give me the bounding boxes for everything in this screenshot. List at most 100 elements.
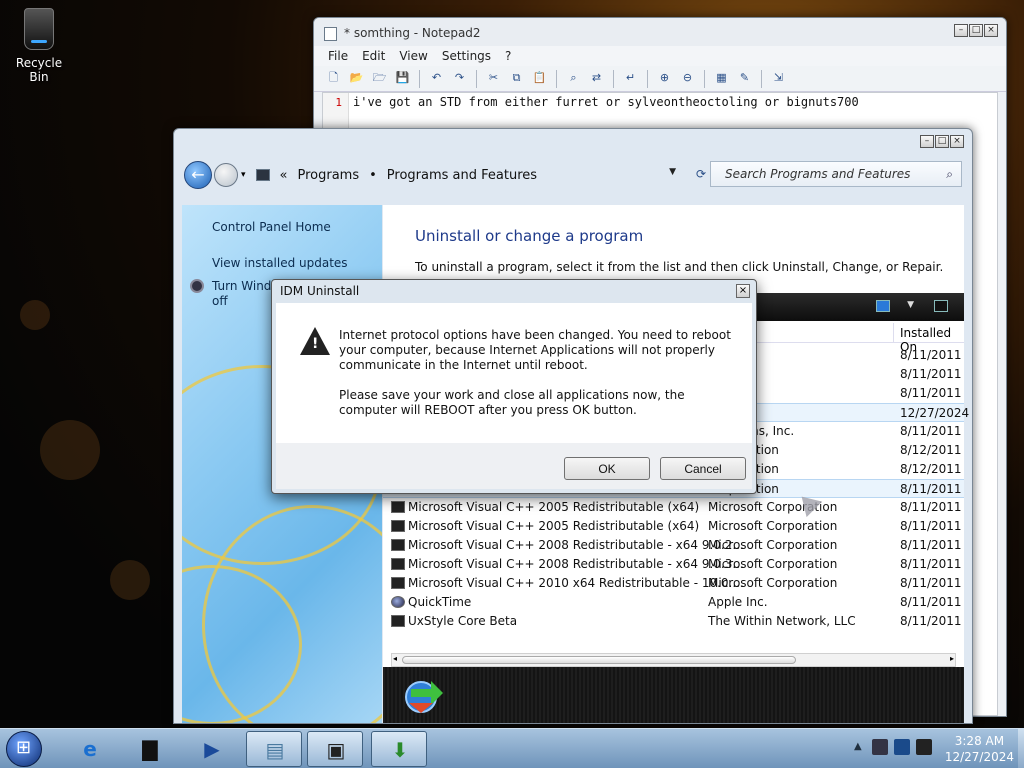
browse-icon[interactable]: 🗁 (370, 69, 389, 88)
breadcrumb-separator[interactable]: • (369, 168, 377, 183)
notepad-titlebar[interactable]: * somthing - Notepad2 – □ × (314, 18, 1006, 46)
dialog-body: ! Internet protocol options have been ch… (276, 303, 752, 443)
notepad-menubar: File Edit View Settings ? (314, 46, 1006, 66)
open-folder-icon[interactable]: 📂 (347, 69, 366, 88)
table-row[interactable]: Microsoft Visual C++ 2010 x64 Redistribu… (383, 574, 964, 593)
program-installed-on: 8/12/2011 (900, 462, 962, 476)
control-panel-home-link[interactable]: Control Panel Home (212, 220, 331, 234)
tray-app-icon[interactable] (872, 739, 888, 755)
program-publisher: Microsoft Corporation (708, 576, 838, 590)
table-row[interactable]: Microsoft Visual C++ 2005 Redistributabl… (383, 498, 964, 517)
minimize-icon[interactable]: – (920, 135, 934, 148)
table-row[interactable]: UxStyle Core Beta The Within Network, LLC… (383, 612, 964, 631)
show-desktop-button[interactable] (1018, 729, 1024, 768)
replace-icon[interactable]: ⇄ (587, 69, 606, 88)
cut-icon[interactable]: ✂ (484, 69, 503, 88)
taskbar-idm-uninstall[interactable]: ⬇ (371, 731, 427, 767)
idm-uninstall-dialog[interactable]: IDM Uninstall × ! Internet protocol opti… (271, 279, 757, 494)
breadcrumb-overflow[interactable]: « (280, 168, 288, 183)
scheme-icon[interactable]: ▦ (712, 69, 731, 88)
program-installed-on: 12/27/2024 (900, 406, 970, 420)
scroll-left-icon[interactable]: ◂ (393, 654, 397, 663)
bokeh-light (20, 300, 50, 330)
taskbar-explorer[interactable]: ▇ (122, 731, 178, 767)
control-panel-icon: ▣ (326, 738, 346, 762)
taskbar-notepad2[interactable]: ▤ (246, 731, 302, 767)
redo-icon[interactable]: ↷ (450, 69, 469, 88)
close-icon[interactable]: × (950, 135, 964, 148)
view-options-icon[interactable] (876, 300, 890, 312)
folder-icon: ▇ (142, 737, 158, 761)
turn-windows-features-link[interactable]: Turn Windo (212, 279, 279, 293)
refresh-icon[interactable]: ⟳ (696, 167, 706, 181)
breadcrumb-current[interactable]: Programs and Features (387, 168, 537, 183)
horizontal-scrollbar[interactable]: ◂ ▸ (391, 653, 956, 667)
word-wrap-icon[interactable]: ↵ (621, 69, 640, 88)
table-row[interactable]: Microsoft Visual C++ 2008 Redistributabl… (383, 555, 964, 574)
notepad-toolbar: 🗋 📂 🗁 💾 ↶ ↷ ✂ ⧉ 📋 ⌕ ⇄ ↵ ⊕ ⊖ ▦ ✎ ⇲ (314, 66, 1006, 92)
taskbar-media-player[interactable]: ▶ (184, 731, 240, 767)
turn-windows-features-link-continued[interactable]: off (212, 294, 228, 308)
recent-pages-chevron-icon[interactable]: ▾ (241, 170, 246, 180)
program-installed-on: 8/11/2011 (900, 348, 962, 362)
program-icon (391, 520, 405, 532)
recycle-bin-icon (24, 8, 54, 50)
save-icon[interactable]: 💾 (393, 69, 412, 88)
ok-button[interactable]: OK (564, 457, 650, 480)
new-file-icon[interactable]: 🗋 (324, 69, 343, 88)
taskbar-internet-explorer[interactable]: e (62, 731, 118, 767)
breadcrumb-programs[interactable]: Programs (298, 168, 360, 183)
copy-icon[interactable]: ⧉ (507, 69, 526, 88)
settings-icon[interactable]: ✎ (735, 69, 754, 88)
menu-view[interactable]: View (399, 49, 427, 63)
tray-network-icon[interactable] (894, 739, 910, 755)
address-dropdown-icon[interactable]: ▼ (669, 167, 676, 177)
close-icon[interactable]: × (984, 24, 998, 37)
menu-file[interactable]: File (328, 49, 348, 63)
menu-edit[interactable]: Edit (362, 49, 385, 63)
table-row[interactable]: Microsoft Visual C++ 2008 Redistributabl… (383, 536, 964, 555)
program-publisher: Microsoft Corporation (708, 557, 838, 571)
program-installed-on: 8/11/2011 (900, 367, 962, 381)
scroll-right-icon[interactable]: ▸ (950, 654, 954, 663)
zoom-in-icon[interactable]: ⊕ (655, 69, 674, 88)
help-icon[interactable] (934, 300, 948, 312)
notepad-window-controls: – □ × (954, 24, 998, 37)
toolbar-separator (613, 69, 614, 88)
notepad-app-icon (324, 27, 337, 41)
find-icon[interactable]: ⌕ (564, 69, 583, 88)
table-row[interactable]: Microsoft Visual C++ 2005 Redistributabl… (383, 517, 964, 536)
view-dropdown-icon[interactable]: ▼ (907, 300, 914, 310)
exit-icon[interactable]: ⇲ (769, 69, 788, 88)
bokeh-light (40, 420, 100, 480)
program-publisher: Microsoft Corporation (708, 538, 838, 552)
start-button[interactable] (6, 731, 42, 767)
search-input[interactable]: Search Programs and Features ⌕ (710, 161, 962, 187)
cancel-button[interactable]: Cancel (660, 457, 746, 480)
notification-area: ▲ 3:28 AM 12/27/2024 (846, 729, 1024, 768)
maximize-icon[interactable]: □ (935, 135, 949, 148)
taskbar-clock[interactable]: 3:28 AM 12/27/2024 (945, 733, 1014, 765)
paste-icon[interactable]: 📋 (530, 69, 549, 88)
scrollbar-thumb[interactable] (402, 656, 796, 664)
dialog-close-icon[interactable]: × (736, 284, 750, 298)
editor-text[interactable]: i've got an STD from either furret or sy… (353, 95, 859, 109)
view-installed-updates-link[interactable]: View installed updates (212, 256, 348, 270)
menu-help[interactable]: ? (505, 49, 511, 63)
undo-icon[interactable]: ↶ (427, 69, 446, 88)
taskbar-control-panel[interactable]: ▣ (307, 731, 363, 767)
forward-arrow-icon[interactable] (214, 163, 238, 187)
installer-icon: ⬇ (391, 738, 409, 762)
menu-settings[interactable]: Settings (442, 49, 491, 63)
search-icon[interactable]: ⌕ (946, 162, 953, 186)
show-hidden-icons-chevron-icon[interactable]: ▲ (854, 741, 862, 752)
maximize-icon[interactable]: □ (969, 24, 983, 37)
back-arrow-icon[interactable]: ← (184, 161, 212, 189)
table-row[interactable]: QuickTime Apple Inc. 8/11/2011 (383, 593, 964, 612)
tray-volume-icon[interactable] (916, 739, 932, 755)
minimize-icon[interactable]: – (954, 24, 968, 37)
program-name: Microsoft Visual C++ 2005 Redistributabl… (408, 500, 700, 514)
recycle-bin-desktop-icon[interactable]: Recycle Bin (6, 8, 72, 84)
zoom-out-icon[interactable]: ⊖ (678, 69, 697, 88)
toolbar-separator (419, 69, 420, 88)
